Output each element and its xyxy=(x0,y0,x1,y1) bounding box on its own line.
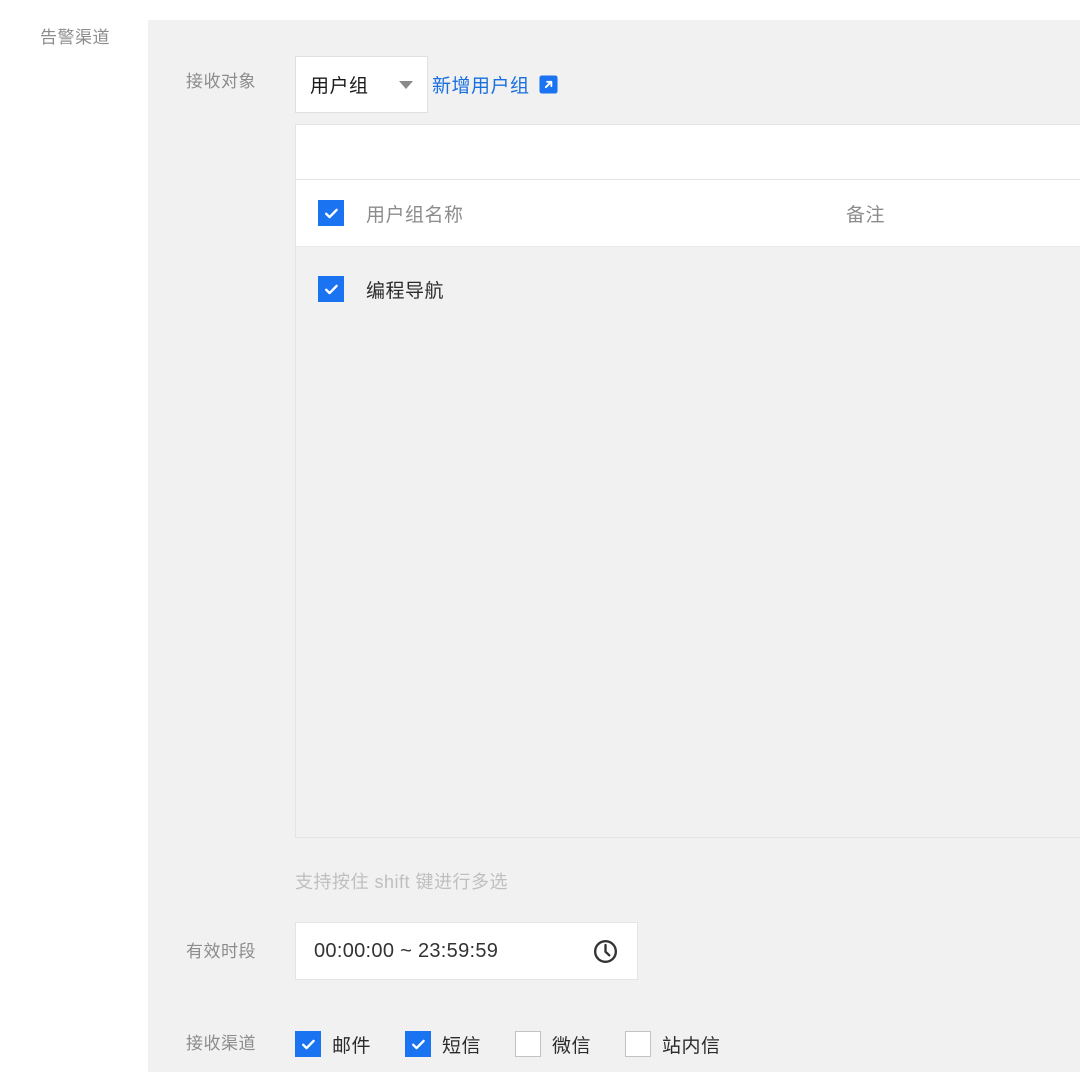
user-group-picker: 用户组名称 备注 编程导航 xyxy=(295,124,1080,838)
table-header-row: 用户组名称 备注 xyxy=(296,180,1080,247)
add-user-group-link[interactable]: 新增用户组 xyxy=(432,56,558,113)
time-range-value: 00:00:00 ~ 23:59:59 xyxy=(314,939,499,962)
column-header-note: 备注 xyxy=(846,204,886,226)
channel-checkbox-sms[interactable] xyxy=(405,1031,432,1057)
channel-label-sms: 短信 xyxy=(442,1035,482,1057)
check-icon xyxy=(411,1039,425,1049)
check-icon xyxy=(301,1039,315,1049)
alert-channel-panel: 接收对象 用户组 新增用户组 用户组名称 备注 编程导航 支持按住 shift … xyxy=(148,20,1080,1072)
channel-checkbox-email[interactable] xyxy=(295,1031,321,1057)
multi-select-hint: 支持按住 shift 键进行多选 xyxy=(295,872,509,892)
receiver-type-value: 用户组 xyxy=(310,76,369,97)
row-select-cell xyxy=(296,276,366,302)
row-name: 编程导航 xyxy=(366,280,445,302)
table-row[interactable]: 编程导航 xyxy=(296,247,1080,331)
receiver-type-select[interactable]: 用户组 xyxy=(295,56,428,113)
time-range-input[interactable]: 00:00:00 ~ 23:59:59 xyxy=(295,922,638,980)
column-header-name: 用户组名称 xyxy=(366,204,464,226)
receive-channels-label: 接收渠道 xyxy=(186,1034,256,1053)
search-input[interactable] xyxy=(296,125,1080,179)
channel-label-inbox: 站内信 xyxy=(662,1035,721,1057)
channel-item-email[interactable]: 邮件 xyxy=(295,1031,371,1058)
section-label: 告警渠道 xyxy=(40,28,110,47)
chevron-down-icon xyxy=(399,80,413,89)
receiver-row: 接收对象 用户组 新增用户组 xyxy=(148,56,1080,116)
receiver-label: 接收对象 xyxy=(186,72,256,91)
alert-channel-form-row: 告警渠道 接收对象 用户组 新增用户组 用户组名称 备注 编程导航 支持按住 s… xyxy=(0,0,1080,1084)
user-group-table: 用户组名称 备注 编程导航 xyxy=(295,179,1080,838)
check-icon xyxy=(324,208,338,218)
channel-label-email: 邮件 xyxy=(332,1035,372,1057)
valid-period-row: 有效时段 00:00:00 ~ 23:59:59 xyxy=(148,922,1080,984)
add-user-group-label: 新增用户组 xyxy=(432,76,530,97)
check-icon xyxy=(324,284,338,294)
external-link-icon xyxy=(538,75,558,94)
select-all-checkbox[interactable] xyxy=(318,200,344,226)
row-checkbox[interactable] xyxy=(318,276,344,302)
clock-icon[interactable] xyxy=(592,938,619,965)
channel-checkbox-group: 邮件 短信 微信 站内信 xyxy=(295,1020,721,1068)
valid-period-label: 有效时段 xyxy=(186,942,256,961)
channel-item-wechat[interactable]: 微信 xyxy=(515,1031,591,1058)
search-bar xyxy=(295,124,1080,179)
channel-item-sms[interactable]: 短信 xyxy=(405,1031,481,1058)
receive-channels-row: 接收渠道 邮件 短信 微信 站内信 xyxy=(148,1020,1080,1070)
select-all-cell xyxy=(296,200,366,226)
channel-checkbox-wechat[interactable] xyxy=(515,1031,542,1057)
channel-item-inbox[interactable]: 站内信 xyxy=(625,1031,721,1058)
channel-checkbox-inbox[interactable] xyxy=(625,1031,652,1057)
channel-label-wechat: 微信 xyxy=(552,1035,592,1057)
